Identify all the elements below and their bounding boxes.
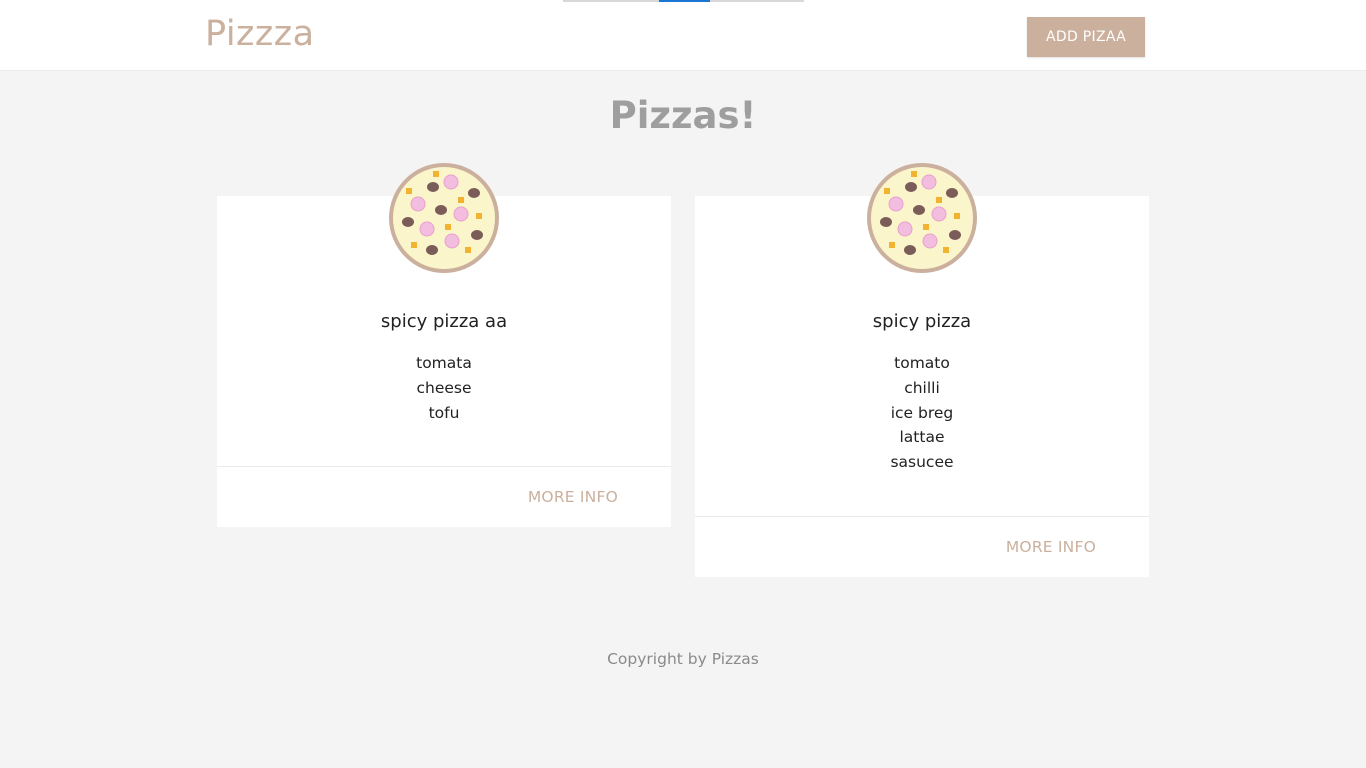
ingredient-item: cheese <box>416 378 472 397</box>
page-title: Pizzas! <box>609 94 757 137</box>
ingredient-item: tofu <box>428 403 460 422</box>
pizza-icon <box>389 163 499 273</box>
ingredient-item: chilli <box>904 378 940 397</box>
ingredient-item: tomata <box>416 354 472 372</box>
top-navbar: Pizzza ADD PIZAA <box>0 0 1366 71</box>
card-action-bar: MORE INFO <box>695 516 1149 577</box>
pizza-title: spicy pizza <box>872 311 972 332</box>
ingredient-list: tomato chilli ice breg lattae sasucee <box>695 351 1149 475</box>
pizza-card: spicy pizza tomato chilli ice breg latta… <box>695 163 1149 577</box>
ingredient-item: tomato <box>894 354 950 372</box>
ingredient-item: lattae <box>899 428 945 447</box>
more-info-link[interactable]: MORE INFO <box>528 488 618 506</box>
ingredient-list: tomata cheese tofu <box>217 351 671 425</box>
ingredient-item: ice breg <box>890 403 954 422</box>
brand-logo-link[interactable]: Pizzza <box>205 14 315 54</box>
add-pizza-button[interactable]: ADD PIZAA <box>1027 17 1145 57</box>
more-info-link[interactable]: MORE INFO <box>1006 538 1096 556</box>
pizza-card: spicy pizza aa tomata cheese tofu MORE I… <box>217 163 671 527</box>
ingredient-item: sasucee <box>890 453 954 472</box>
loading-bar <box>563 0 804 2</box>
loading-bar-fill <box>659 0 710 2</box>
pizza-title: spicy pizza aa <box>380 311 508 332</box>
footer-copyright: Copyright by Pizzas <box>607 650 759 668</box>
pizza-icon <box>867 163 977 273</box>
card-action-bar: MORE INFO <box>217 466 671 527</box>
